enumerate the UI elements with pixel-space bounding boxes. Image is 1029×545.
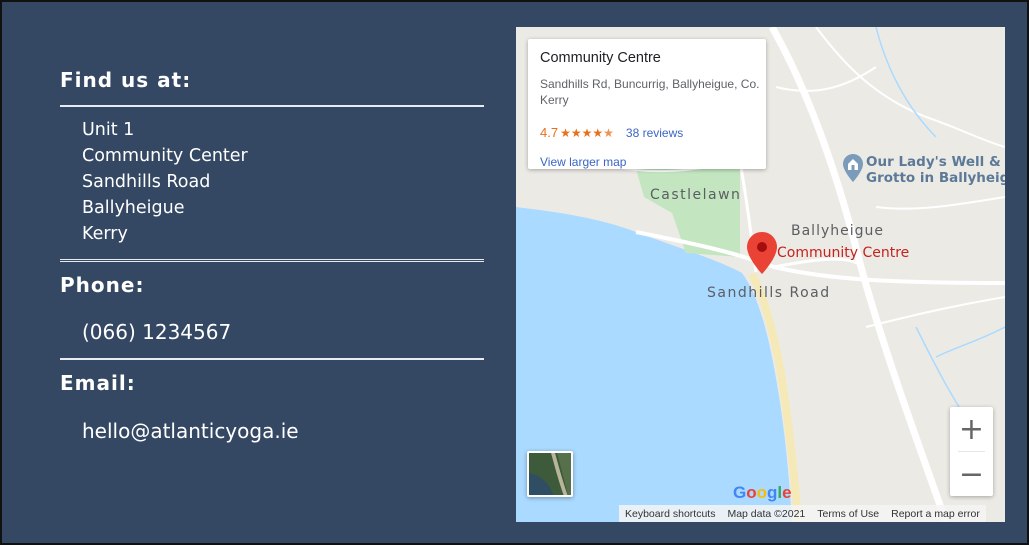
- star-icon: ★: [570, 125, 582, 140]
- rating-stars: ★ ★ ★ ★ ★: [560, 127, 614, 139]
- email-address: hello@atlanticyoga.ie: [82, 419, 299, 443]
- google-logo-letter: o: [746, 483, 757, 502]
- divider: [60, 105, 484, 107]
- map-label-castlelawn: Castlelawn: [650, 187, 742, 203]
- star-icon: ★: [560, 125, 571, 140]
- report-map-error-link[interactable]: Report a map error: [885, 508, 986, 520]
- address-line: Community Center: [82, 146, 248, 166]
- google-logo: Google: [733, 483, 792, 503]
- phone-heading: Phone:: [60, 273, 145, 297]
- divider: [60, 259, 484, 262]
- place-of-worship-icon[interactable]: [843, 154, 863, 182]
- satellite-thumbnail-icon: [529, 453, 571, 495]
- embedded-map[interactable]: Castlelawn Ballyheigue Sandhills Road Co…: [516, 27, 1005, 522]
- reviews-link[interactable]: 38 reviews: [626, 126, 683, 140]
- place-title: Community Centre: [540, 50, 661, 66]
- google-logo-letter: e: [782, 483, 792, 502]
- address-line: Ballyheigue: [82, 198, 185, 218]
- place-rating: 4.7 ★ ★ ★ ★ ★ 38 reviews: [540, 125, 683, 140]
- map-data-attribution: Map data ©2021: [727, 507, 806, 520]
- view-larger-map-link[interactable]: View larger map: [540, 155, 626, 169]
- google-logo-letter: G: [733, 483, 747, 502]
- zoom-out-button[interactable]: −: [950, 452, 993, 496]
- map-footer: Keyboard shortcuts Map data ©2021 Terms …: [619, 505, 986, 522]
- contact-section: Find us at: Unit 1 Community Center Sand…: [0, 0, 1029, 545]
- email-heading: Email:: [60, 371, 136, 395]
- map-pin-icon[interactable]: [747, 232, 777, 274]
- find-us-heading: Find us at:: [60, 68, 192, 92]
- map-label-poi[interactable]: Our Lady's Well & Grotto in Ballyheigue: [866, 154, 1005, 186]
- star-half-icon: ★: [603, 125, 614, 140]
- divider: [60, 358, 484, 360]
- address-line: Unit 1: [82, 120, 135, 140]
- phone-number: (066) 1234567: [82, 320, 232, 344]
- poi-label-line: Grotto in Ballyheigue: [866, 170, 1005, 186]
- zoom-control: + −: [950, 407, 993, 496]
- satellite-toggle-button[interactable]: [527, 451, 573, 497]
- address-line: Kerry: [82, 224, 128, 244]
- poi-label-line: Our Lady's Well &: [866, 154, 1001, 170]
- address-line: Sandhills Road: [82, 172, 211, 192]
- map-label-ballyheigue: Ballyheigue: [791, 223, 884, 239]
- google-logo-letter: g: [767, 483, 778, 502]
- keyboard-shortcuts-link[interactable]: Keyboard shortcuts: [619, 508, 721, 520]
- place-address: Sandhills Rd, Buncurrig, Ballyheigue, Co…: [540, 77, 760, 107]
- star-icon: ★: [581, 125, 593, 140]
- place-info-card: Community Centre Sandhills Rd, Buncurrig…: [528, 39, 766, 169]
- star-icon: ★: [592, 125, 604, 140]
- terms-of-use-link[interactable]: Terms of Use: [811, 508, 885, 520]
- rating-value: 4.7: [540, 125, 559, 140]
- zoom-in-button[interactable]: +: [950, 407, 993, 451]
- map-label-community-centre[interactable]: Community Centre: [777, 245, 909, 261]
- map-label-sandhills-road: Sandhills Road: [707, 285, 831, 301]
- google-logo-letter: o: [756, 483, 768, 502]
